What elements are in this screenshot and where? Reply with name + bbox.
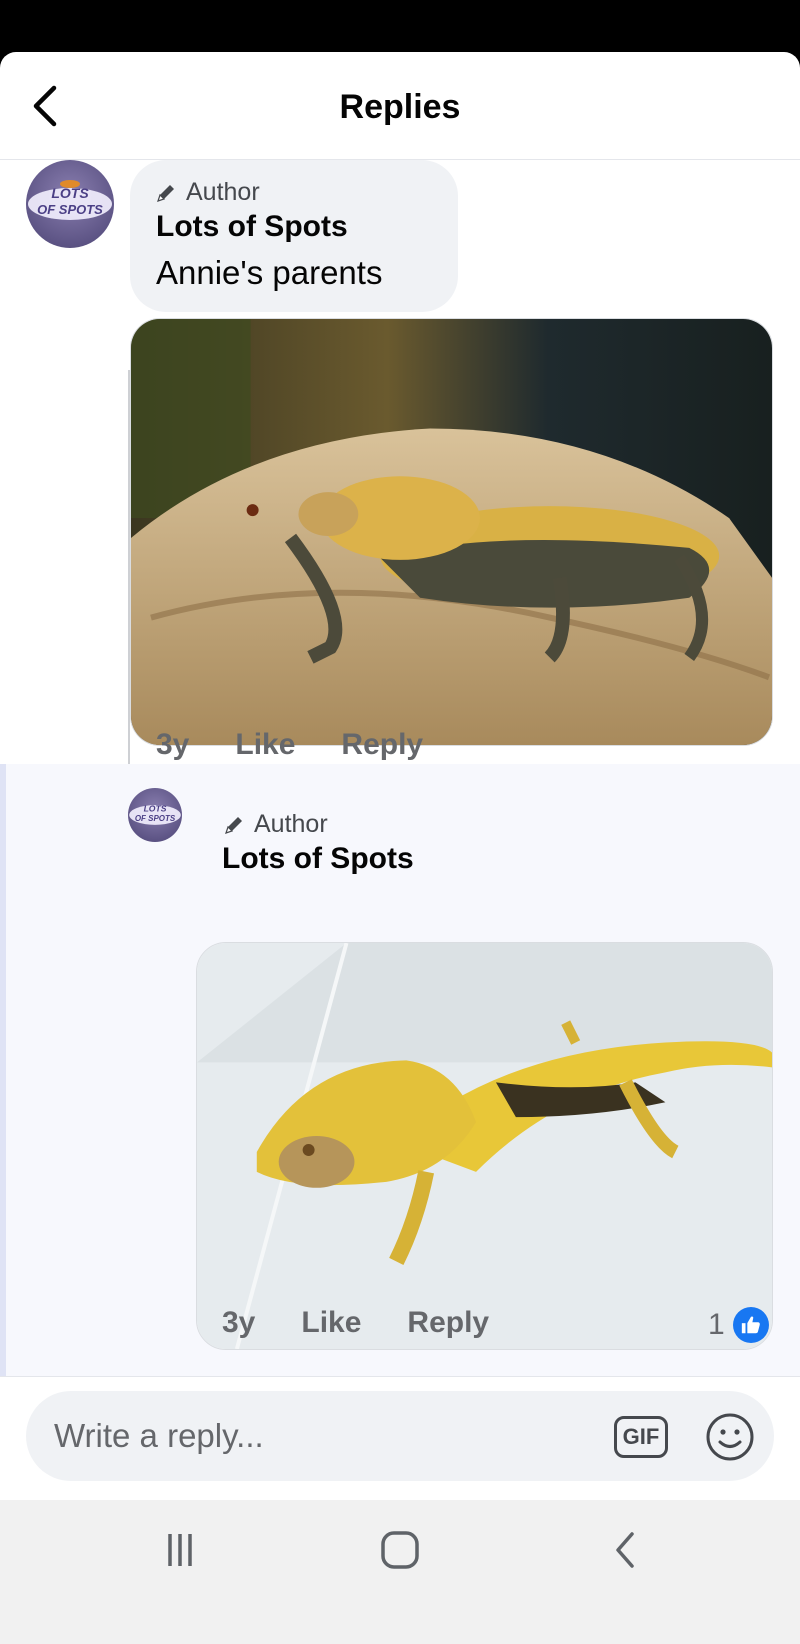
reply-button[interactable]: Reply — [341, 728, 423, 762]
header: Replies — [0, 52, 800, 160]
home-button[interactable] — [370, 1524, 430, 1576]
reply-photo[interactable] — [196, 942, 773, 1350]
gif-button[interactable]: GIF — [614, 1416, 668, 1458]
reply-author-name[interactable]: Lots of Spots — [222, 842, 414, 876]
author-badge: Author — [154, 178, 260, 207]
reply-input[interactable] — [54, 1391, 594, 1481]
comment-actions: 3y Like Reply — [156, 728, 469, 762]
replies-sheet: Replies LOTS OF SPOTS Author Lots of Spo… — [0, 52, 800, 1644]
svg-text:OF SPOTS: OF SPOTS — [135, 814, 176, 823]
recent-apps-icon — [168, 1534, 192, 1566]
pencil-icon — [225, 816, 242, 834]
avatar[interactable]: LOTS OF SPOTS — [128, 788, 182, 842]
smiley-icon — [706, 1413, 754, 1461]
reply-timestamp: 3y — [222, 1306, 256, 1339]
reaction-summary[interactable]: 1 — [708, 1307, 769, 1343]
svg-text:OF SPOTS: OF SPOTS — [37, 202, 103, 217]
svg-text:LOTS: LOTS — [144, 803, 167, 813]
status-bar — [0, 0, 800, 54]
comment-author-name[interactable]: Lots of Spots — [156, 210, 348, 244]
comment-timestamp: 3y — [156, 728, 190, 761]
composer-bar: GIF — [0, 1376, 800, 1500]
like-button[interactable]: Like — [235, 728, 295, 762]
comment-text: Annie's parents — [156, 254, 383, 291]
home-icon — [381, 1531, 419, 1569]
gecko-on-driftwood-image — [131, 319, 772, 745]
reply-composer[interactable]: GIF — [26, 1391, 774, 1481]
page-title: Replies — [339, 88, 461, 126]
reply-button[interactable]: Reply — [407, 1306, 489, 1340]
back-icon — [616, 1532, 634, 1568]
reply-accent-bar — [0, 764, 6, 1376]
recent-apps-button[interactable] — [150, 1524, 210, 1576]
emoji-button[interactable] — [704, 1411, 756, 1463]
system-back-button[interactable] — [596, 1524, 656, 1576]
like-button[interactable]: Like — [301, 1306, 361, 1340]
comment-photo[interactable] — [130, 318, 773, 746]
author-badge: Author — [222, 810, 328, 839]
gecko-on-white-cloth-image — [197, 943, 772, 1349]
reaction-count: 1 — [708, 1308, 725, 1341]
comment-bubble[interactable]: Author Lots of Spots Annie's parents — [130, 160, 458, 312]
lots-of-spots-logo: LOTS OF SPOTS — [129, 803, 181, 825]
pencil-icon — [157, 184, 174, 202]
thumbs-up-icon — [732, 1307, 769, 1343]
lots-of-spots-logo: LOTS OF SPOTS — [28, 180, 112, 220]
reply-actions: 3y Like Reply — [222, 1306, 535, 1340]
system-nav-bar — [0, 1500, 800, 1644]
avatar[interactable]: LOTS OF SPOTS — [26, 160, 114, 248]
